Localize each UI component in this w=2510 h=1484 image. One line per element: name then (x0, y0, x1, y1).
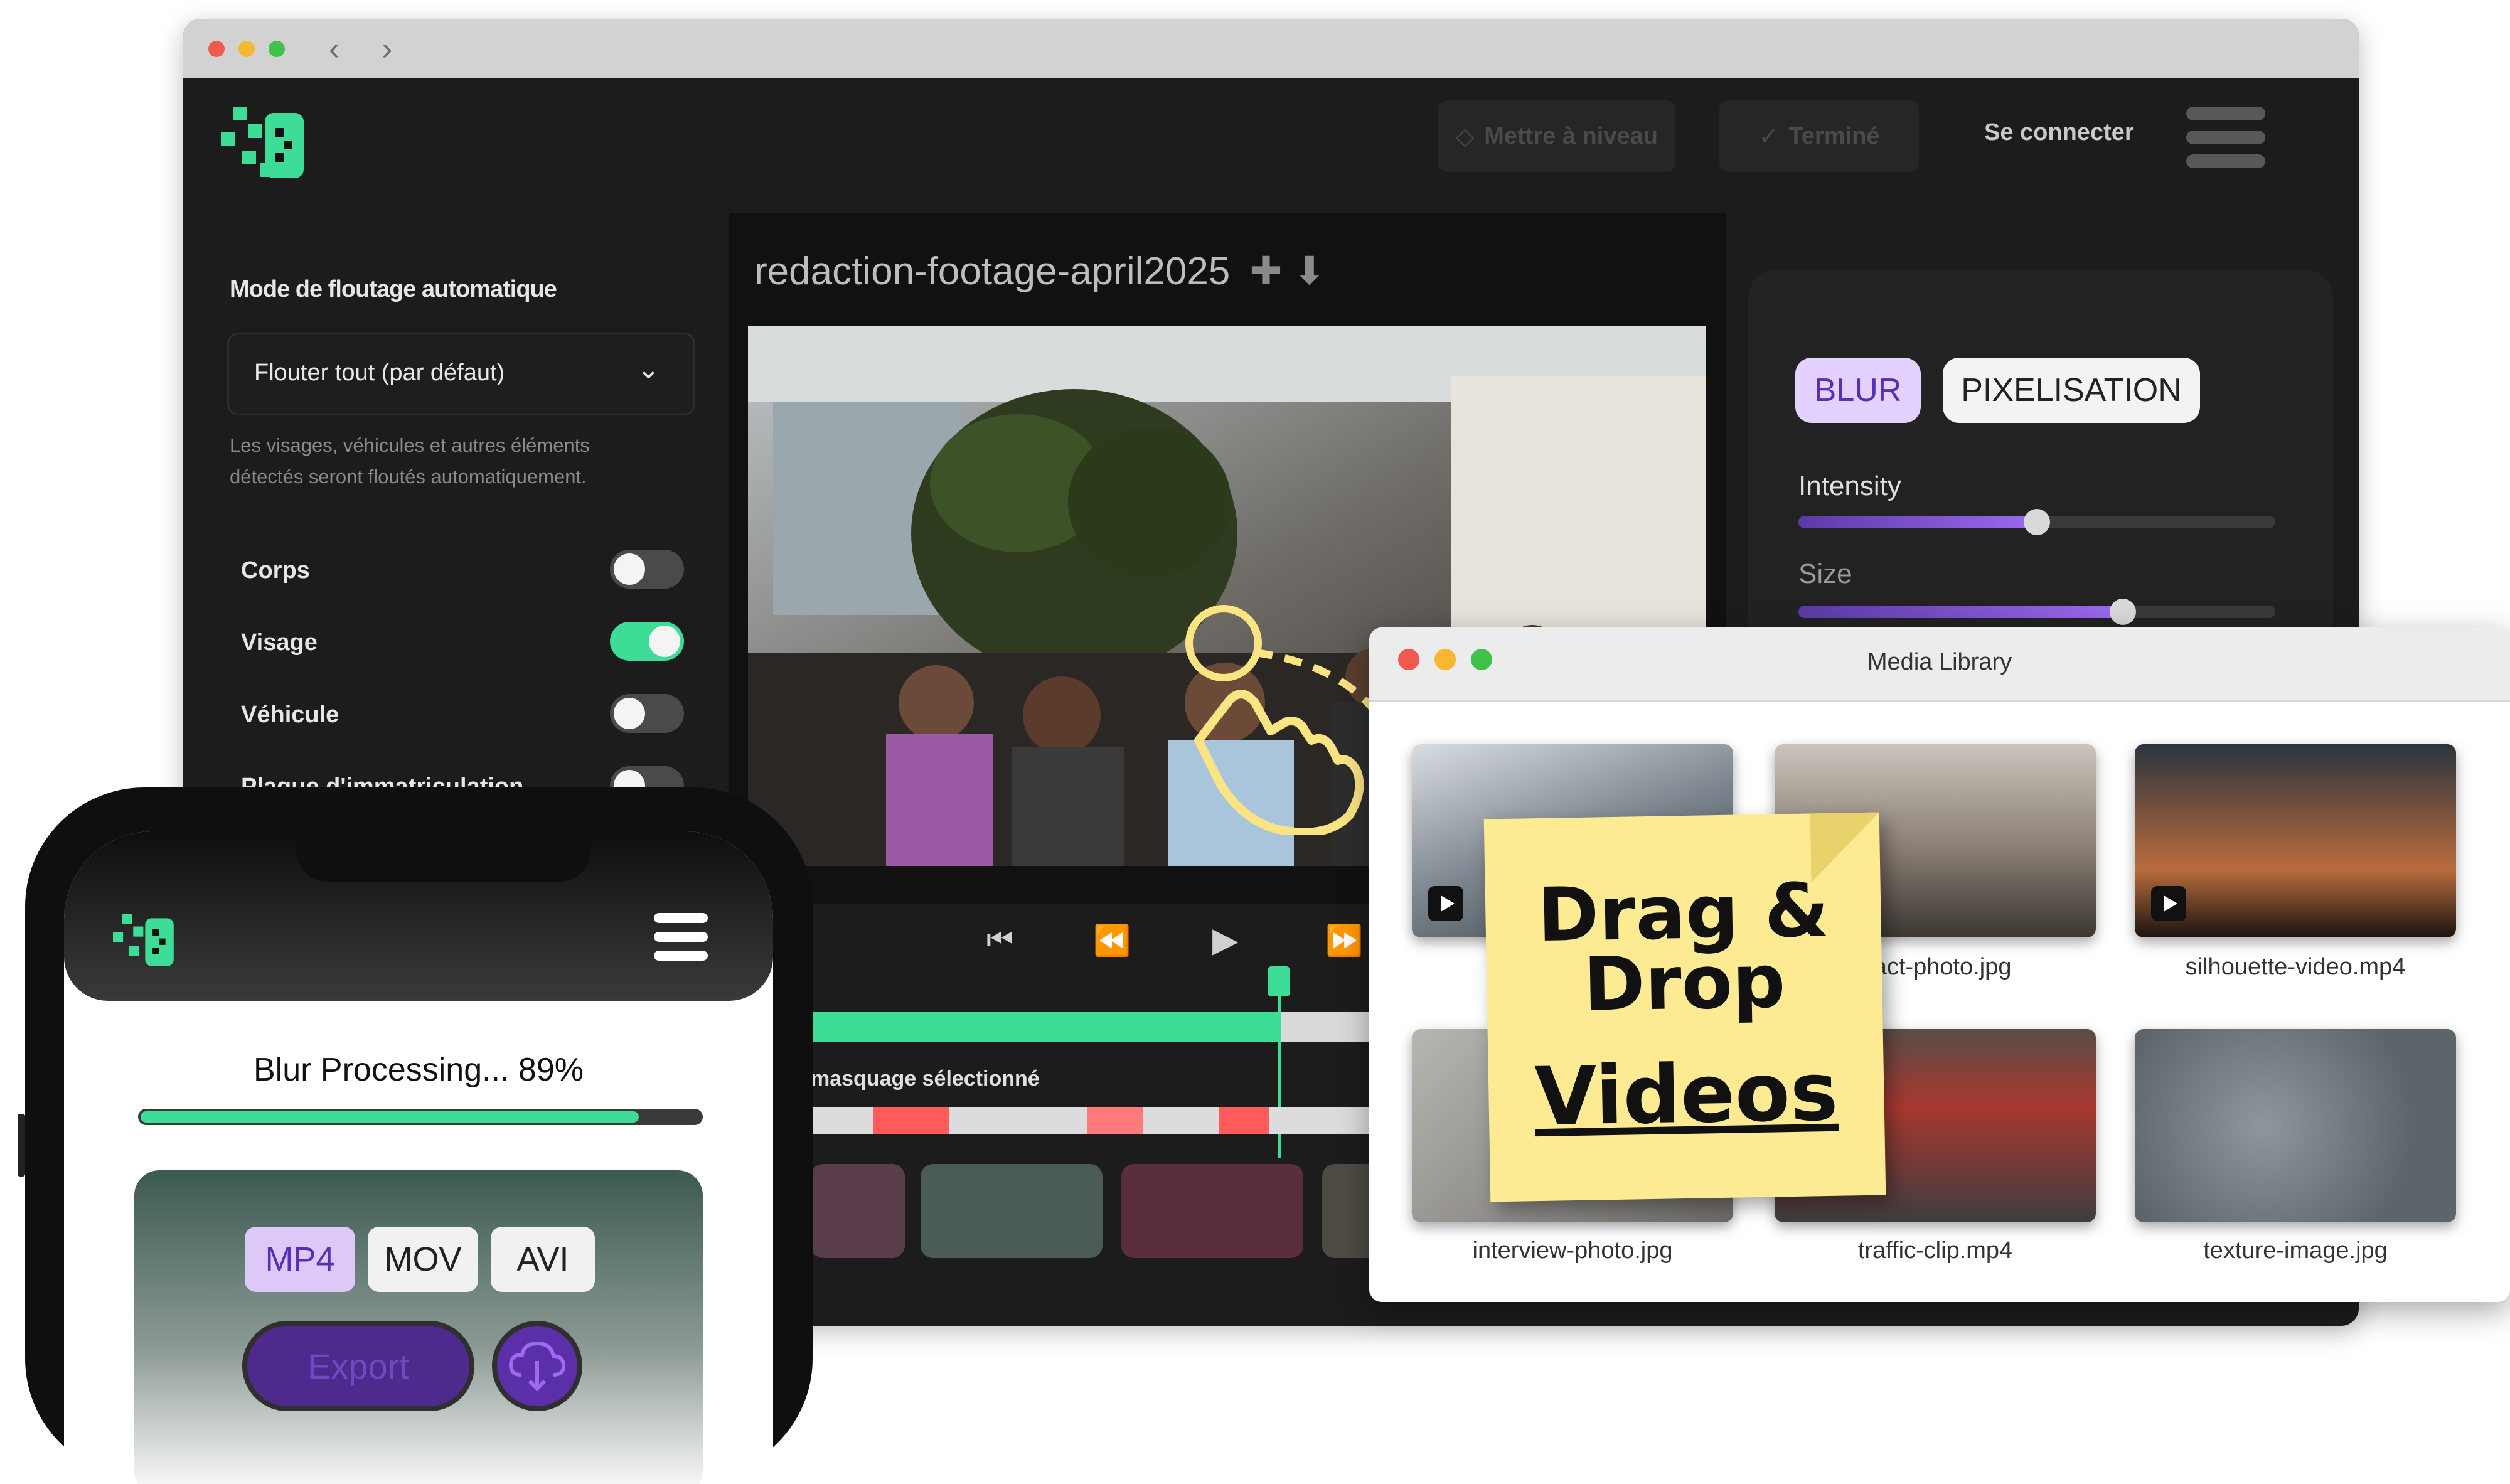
blur-progress-bar (138, 1109, 703, 1125)
blur-mode-label: Mode de floutage automatique (230, 276, 557, 302)
size-knob[interactable] (2109, 599, 2136, 625)
hamburger-menu-icon[interactable] (654, 913, 708, 961)
blur-progress-fill (141, 1111, 639, 1123)
video-title-text: redaction-footage-april2025 (754, 250, 1231, 293)
upgrade-button[interactable]: ◇ Mettre à niveau (1438, 100, 1675, 172)
intensity-fill (1798, 516, 2037, 528)
drag-drop-sticky-note: Drag & Drop Videos (1483, 812, 1886, 1202)
forward-arrow-icon[interactable]: › (382, 30, 392, 68)
cloud-download-icon (508, 1341, 566, 1392)
format-mov[interactable]: MOV (368, 1227, 478, 1292)
media-label: interview-photo.jpg (1472, 1237, 1673, 1264)
format-avi[interactable]: AVI (491, 1227, 595, 1292)
check-icon: ✓ (1758, 123, 1779, 150)
size-label: Size (1798, 558, 1852, 589)
size-slider[interactable] (1798, 599, 2275, 625)
close-window-button[interactable] (208, 41, 225, 57)
description-line-2: détectés seront floutés automatiquement. (230, 466, 587, 488)
minimize-window-button[interactable] (238, 41, 255, 57)
media-thumb[interactable] (2135, 1029, 2456, 1222)
app-logo[interactable] (113, 913, 182, 969)
toggle-body[interactable] (610, 550, 684, 589)
phone-device: Blur Processing... 89% MP4 MOV AVI Expor… (18, 787, 813, 1484)
play-icon[interactable]: ▶ (1212, 920, 1239, 959)
media-label: traffic-clip.mp4 (1857, 1237, 2013, 1264)
back-arrow-icon[interactable]: ‹ (329, 30, 339, 68)
done-label: Terminé (1788, 122, 1880, 149)
media-library-title-bar: Media Library (1369, 627, 2510, 702)
app-logo[interactable] (221, 107, 315, 182)
cloud-download-button[interactable] (492, 1321, 582, 1411)
toggle-label-vehicle: Véhicule (241, 702, 339, 728)
media-label: silhouette-video.mp4 (2185, 954, 2406, 980)
hamburger-menu-icon[interactable] (2186, 107, 2265, 176)
toggle-vehicle[interactable] (610, 694, 684, 733)
blur-progress-label: Blur Processing... 89% (253, 1052, 584, 1088)
media-label: texture-image.jpg (2203, 1237, 2388, 1264)
pixelisation-tab[interactable]: PIXELISATION (1943, 358, 2200, 423)
signin-link[interactable]: Se connecter (1984, 119, 2134, 146)
diamond-icon: ◇ (1456, 123, 1475, 150)
intensity-label: Intensity (1798, 471, 1901, 501)
media-thumb[interactable] (2135, 744, 2456, 937)
description-line-1: Les visages, véhicules et autres élément… (230, 434, 590, 456)
video-title: redaction-footage-april2025 ✚ ⬇ (754, 248, 1326, 294)
done-button[interactable]: ✓ Terminé (1719, 100, 1919, 172)
play-icon (2151, 886, 2186, 921)
media-library-title: Media Library (1867, 649, 2012, 675)
toggle-label-body: Corps (241, 557, 310, 584)
selected-mask-label: masquage sélectionné (811, 1067, 1040, 1091)
download-arrow-icon[interactable]: ⬇ (1293, 250, 1326, 293)
intensity-slider[interactable] (1798, 509, 2275, 535)
blur-mode-value: Flouter tout (par défaut) (254, 360, 505, 386)
export-button[interactable]: Export (242, 1321, 474, 1411)
toggle-face[interactable] (610, 622, 684, 661)
chevron-down-icon: ⌄ (637, 354, 660, 385)
phone-notch (296, 831, 591, 882)
toggle-label-face: Visage (241, 629, 318, 656)
phone-screen: Blur Processing... 89% MP4 MOV AVI Expor… (64, 831, 773, 1484)
skip-back-icon[interactable]: ⏮ (986, 922, 1013, 958)
blur-mode-select[interactable]: Flouter tout (par défaut) ⌄ (227, 333, 695, 415)
rewind-icon[interactable]: ⏪ (1093, 922, 1131, 958)
timeline-progress (811, 1012, 1281, 1042)
fast-forward-icon[interactable]: ⏩ (1325, 922, 1363, 958)
upgrade-label: Mettre à niveau (1484, 122, 1658, 149)
export-card: MP4 MOV AVI Export (134, 1170, 703, 1484)
format-mp4[interactable]: MP4 (245, 1227, 355, 1292)
browser-title-bar: ‹ › (183, 19, 2359, 78)
plus-icon[interactable]: ✚ (1250, 250, 1283, 293)
maximize-window-button[interactable] (269, 41, 285, 57)
playhead-handle[interactable] (1268, 966, 1290, 996)
size-fill (1798, 606, 2123, 618)
blur-mode-description: Les visages, véhicules et autres élément… (230, 430, 590, 493)
intensity-knob[interactable] (2024, 509, 2050, 535)
sticky-line-3: Videos (1534, 1045, 1839, 1145)
play-icon (1428, 886, 1463, 921)
blur-tab[interactable]: BLUR (1795, 358, 1921, 423)
